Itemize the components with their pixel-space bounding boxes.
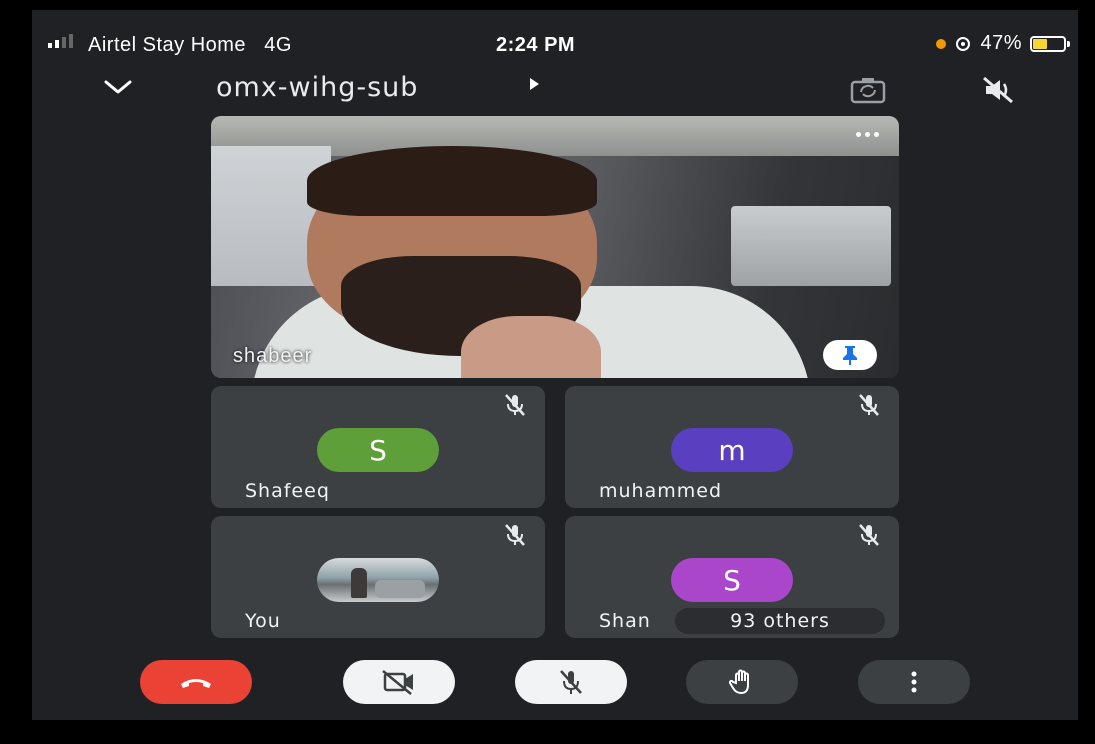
main-video-tile[interactable]: shabeer <box>211 116 899 378</box>
switch-camera-button[interactable] <box>848 76 888 106</box>
mic-off-icon <box>505 524 525 546</box>
meet-call-screen: Airtel Stay Home 4G 2:24 PM 47% omx-wihg… <box>32 10 1078 720</box>
speaker-off-icon <box>983 76 1013 104</box>
mic-off-icon <box>859 394 879 416</box>
meeting-info-arrow-icon[interactable] <box>530 78 539 90</box>
tile-more-button[interactable] <box>849 124 885 144</box>
call-controls <box>32 660 1078 704</box>
status-right: 47% <box>936 32 1070 55</box>
end-call-button[interactable] <box>140 660 252 704</box>
pin-icon <box>843 346 857 365</box>
chevron-down-icon <box>104 80 132 94</box>
photo-car <box>375 580 425 598</box>
avatar: m <box>671 428 793 472</box>
main-participant-name: shabeer <box>233 345 313 367</box>
photo-person <box>351 568 367 598</box>
raise-hand-button[interactable] <box>686 660 798 704</box>
pin-button[interactable] <box>823 340 877 370</box>
avatar: S <box>671 558 793 602</box>
orientation-lock-icon <box>956 36 971 51</box>
camera-off-icon <box>382 670 413 695</box>
status-bar: Airtel Stay Home 4G 2:24 PM 47% <box>32 10 1078 62</box>
video-background <box>731 206 891 286</box>
participant-name: You <box>245 610 281 632</box>
avatar: S <box>317 428 439 472</box>
mic-off-icon <box>560 670 582 694</box>
signal-icon <box>48 32 73 48</box>
participant-tile[interactable]: S Shafeeq <box>211 386 545 508</box>
more-options-button[interactable] <box>858 660 970 704</box>
speaker-video <box>461 316 601 378</box>
hang-up-icon <box>181 679 211 688</box>
call-header: omx-wihg-sub <box>32 66 1078 110</box>
carrier-label: Airtel Stay Home 4G <box>88 34 292 56</box>
battery-icon <box>1030 35 1070 52</box>
participant-name: muhammed <box>599 480 723 502</box>
network-label: 4G <box>264 34 292 56</box>
meeting-code[interactable]: omx-wihg-sub <box>216 72 418 103</box>
others-count-pill[interactable]: 93 others <box>675 608 885 634</box>
mic-toggle-button[interactable] <box>515 660 627 704</box>
minimize-button[interactable] <box>98 70 138 106</box>
speaker-video <box>307 146 597 216</box>
participant-tile[interactable]: S Shan 93 others <box>565 516 899 638</box>
participant-tile[interactable]: m muhammed <box>565 386 899 508</box>
recording-dot-icon <box>936 38 947 49</box>
participant-name: Shan <box>599 610 651 632</box>
switch-camera-icon <box>850 78 886 104</box>
participant-tile-self[interactable]: You <box>211 516 545 638</box>
audio-output-button[interactable] <box>978 74 1018 106</box>
camera-toggle-button[interactable] <box>343 660 455 704</box>
participant-name: Shafeeq <box>245 480 330 502</box>
clock: 2:24 PM <box>496 34 576 56</box>
battery-percent: 47% <box>980 32 1022 54</box>
mic-off-icon <box>859 524 879 546</box>
more-vert-icon <box>911 671 917 693</box>
raise-hand-icon <box>728 669 749 695</box>
mic-off-icon <box>505 394 525 416</box>
profile-photo-avatar <box>317 558 439 602</box>
